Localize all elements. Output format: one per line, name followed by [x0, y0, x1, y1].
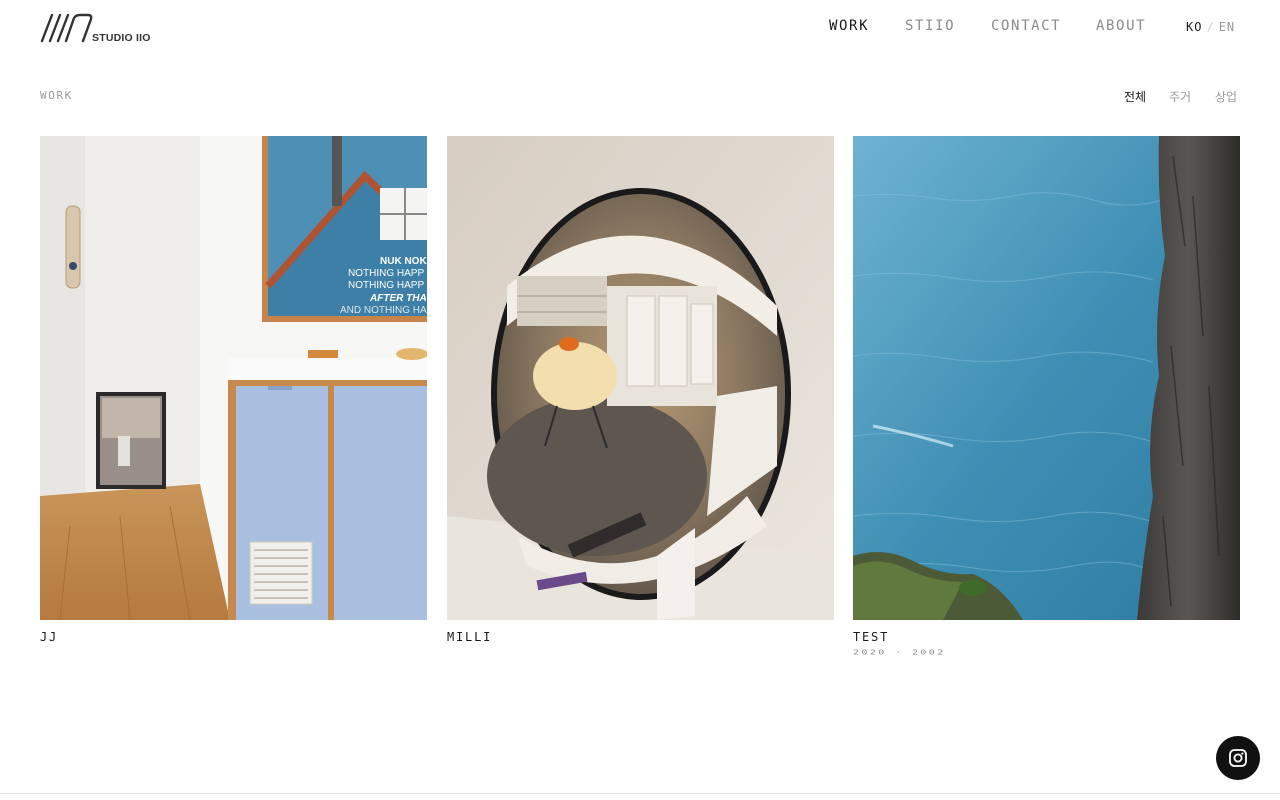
- project-date-test: 2020 · 2002: [853, 649, 946, 657]
- lang-separator: /: [1206, 20, 1215, 34]
- project-card-test[interactable]: TEST 2020 · 2002: [853, 136, 1240, 660]
- nav-work[interactable]: WORK: [829, 18, 869, 34]
- svg-text:NOTHING HAPP: NOTHING HAPP: [348, 268, 424, 279]
- project-title-jj[interactable]: JJ: [40, 630, 427, 644]
- nav-stiio[interactable]: STIIO: [905, 18, 955, 34]
- project-card-milli[interactable]: MILLI: [447, 136, 834, 644]
- main-nav: WORK STIIO CONTACT ABOUT: [0, 18, 1280, 38]
- filter-residential[interactable]: 주거: [1169, 88, 1191, 105]
- site-header: STUDIO IIO WORK STIIO CONTACT ABOUT KO / E…: [0, 0, 1280, 60]
- svg-text:AFTER THA: AFTER THA: [369, 293, 427, 304]
- footer-divider: [0, 793, 1280, 794]
- project-image-jj[interactable]: NUK NOK NOTHING HAPP NOTHING HAPP AFTER …: [40, 136, 427, 620]
- project-card-jj[interactable]: NUK NOK NOTHING HAPP NOTHING HAPP AFTER …: [40, 136, 427, 644]
- instagram-icon: [1229, 749, 1247, 767]
- svg-text:NOTHING HAPP: NOTHING HAPP: [348, 280, 424, 291]
- category-filters: 전체 주거 상업: [0, 88, 1280, 106]
- lang-en[interactable]: EN: [1219, 20, 1235, 34]
- nav-contact[interactable]: CONTACT: [991, 18, 1061, 34]
- project-title-milli[interactable]: MILLI: [447, 630, 834, 644]
- svg-text:AND NOTHING HA: AND NOTHING HA: [340, 305, 427, 316]
- instagram-button[interactable]: [1216, 736, 1260, 780]
- project-image-milli[interactable]: [447, 136, 834, 620]
- filter-commercial[interactable]: 상업: [1215, 88, 1237, 105]
- project-image-test[interactable]: [853, 136, 1240, 620]
- lang-ko[interactable]: KO: [1186, 20, 1202, 34]
- svg-text:NUK NOK: NUK NOK: [380, 256, 427, 267]
- project-title-test[interactable]: TEST: [853, 630, 1240, 644]
- nav-about[interactable]: ABOUT: [1096, 18, 1146, 34]
- language-switcher: KO / EN: [1186, 20, 1235, 34]
- filter-all[interactable]: 전체: [1124, 88, 1146, 105]
